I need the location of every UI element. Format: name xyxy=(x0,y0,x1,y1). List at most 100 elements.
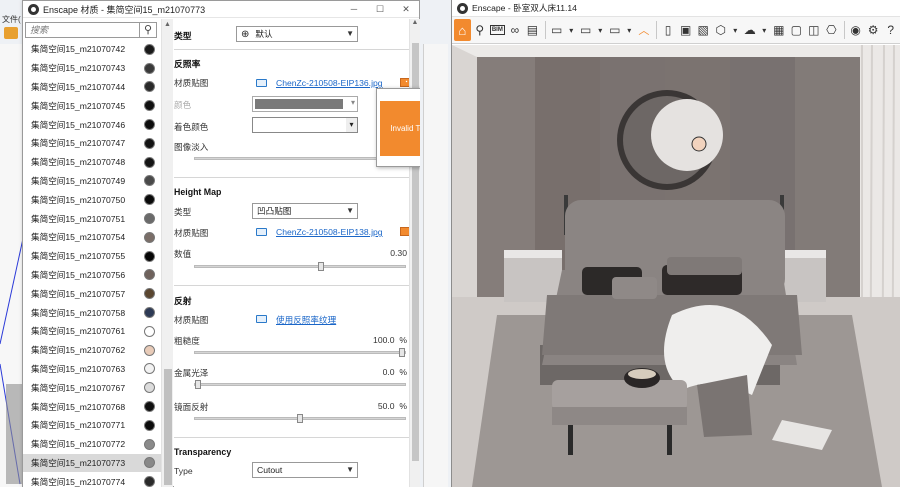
sketchup-menu-label[interactable]: 文件( xyxy=(2,14,21,25)
transparency-type-dropdown[interactable]: Cutout ▼ xyxy=(252,462,358,478)
material-swatch xyxy=(144,401,155,413)
metallic-value: 0.0 xyxy=(382,367,395,377)
material-list-item[interactable]: 集简空间15_m21070756 xyxy=(23,266,161,285)
material-list-item[interactable]: 集简空间15_m21070749 xyxy=(23,172,161,191)
material-list-item[interactable]: 集简空间15_m21070743 xyxy=(23,59,161,78)
height-type-dropdown[interactable]: 凹凸贴图 ▼ xyxy=(252,203,358,219)
table-icon[interactable]: ▦ xyxy=(771,19,788,41)
cloud-icon[interactable]: ☁ xyxy=(741,19,758,41)
material-list-item[interactable]: 集简空间15_m21070763 xyxy=(23,360,161,379)
folder-icon[interactable] xyxy=(256,79,267,87)
specular-value: 50.0 xyxy=(377,401,395,411)
material-list-item[interactable]: 集简空间15_m21070758 xyxy=(23,303,161,322)
sketchup-viewport[interactable] xyxy=(0,44,24,487)
bim-icon[interactable]: BIM xyxy=(489,19,506,41)
material-swatch xyxy=(144,43,155,55)
close-icon[interactable]: ✕ xyxy=(393,4,419,15)
maximize-icon[interactable]: ☐ xyxy=(367,4,393,15)
specular-slider-knob[interactable] xyxy=(297,414,303,423)
material-list-item[interactable]: 集简空间15_m21070772 xyxy=(23,435,161,454)
cube-icon[interactable]: ⬡ xyxy=(712,19,729,41)
chevron-down-icon[interactable]: ▾ xyxy=(759,19,770,41)
type-dropdown[interactable]: ⊕ 默认 ▼ xyxy=(236,26,358,42)
enscape-titlebar[interactable]: Enscape - 卧室双人床11.14 xyxy=(452,0,900,17)
scroll-up-icon[interactable]: ▲ xyxy=(162,19,173,31)
roughness-slider[interactable] xyxy=(194,348,406,357)
box-icon[interactable]: ◫ xyxy=(806,19,823,41)
fade-slider[interactable] xyxy=(194,154,406,163)
sketchup-background-gap xyxy=(420,0,451,487)
reflection-texture-label: 材质贴图 xyxy=(174,315,209,325)
material-list-item[interactable]: 集简空间15_m21070747 xyxy=(23,134,161,153)
chevron-down-icon[interactable]: ▾ xyxy=(595,19,606,41)
panorama-export-icon[interactable]: ▭ xyxy=(577,19,594,41)
help-icon[interactable]: ? xyxy=(882,19,899,41)
material-swatch xyxy=(144,457,155,469)
folder-icon[interactable] xyxy=(256,315,267,323)
book-icon[interactable]: ▯ xyxy=(660,19,677,41)
minimize-icon[interactable]: ─ xyxy=(341,4,367,14)
color-picker[interactable]: ▾ xyxy=(252,96,358,112)
material-name: 集简空间15_m21070743 xyxy=(31,63,126,74)
amount-slider[interactable] xyxy=(194,262,406,271)
scroll-thumb[interactable] xyxy=(164,369,172,485)
specular-slider[interactable] xyxy=(194,414,406,423)
material-icon[interactable]: ▧ xyxy=(695,19,712,41)
video-export-icon[interactable]: ▭ xyxy=(607,19,624,41)
material-list-item[interactable]: 集简空间15_m21070767 xyxy=(23,378,161,397)
chevron-down-icon[interactable]: ▾ xyxy=(730,19,741,41)
material-list-item[interactable]: 集简空间15_m21070744 xyxy=(23,78,161,97)
material-list-scrollbar[interactable]: ▲ xyxy=(161,19,173,487)
settings-icon[interactable]: ⚙ xyxy=(865,19,882,41)
material-list-item[interactable]: 集简空间15_m21070754 xyxy=(23,228,161,247)
material-list-item[interactable]: 集简空间15_m21070761 xyxy=(23,322,161,341)
material-list-item[interactable]: 集简空间15_m21070750 xyxy=(23,190,161,209)
material-name: 集简空间15_m21070742 xyxy=(31,44,126,55)
window-title: Enscape 材质 - 集简空间15_m21070773 xyxy=(43,4,206,15)
metallic-slider[interactable] xyxy=(194,380,406,389)
material-list-item[interactable]: 集简空间15_m21070768 xyxy=(23,397,161,416)
location-icon[interactable]: ⚲ xyxy=(472,19,489,41)
material-list-item[interactable]: 集简空间15_m21070762 xyxy=(23,341,161,360)
search-icon[interactable]: ⚲ xyxy=(140,21,157,38)
material-list-item[interactable]: 集简空间15_m21070755 xyxy=(23,247,161,266)
search-input[interactable]: 搜索 xyxy=(25,21,140,38)
material-name: 集简空间15_m21070749 xyxy=(31,175,126,186)
asset-library-icon[interactable]: ▣ xyxy=(677,19,694,41)
roughness-slider-knob[interactable] xyxy=(399,348,405,357)
home-icon[interactable]: ⌂ xyxy=(454,19,471,41)
material-name: 集简空间15_m21070755 xyxy=(31,251,126,262)
eye-icon[interactable]: ◉ xyxy=(847,19,864,41)
material-list-item[interactable]: 集简空间15_m21070773 xyxy=(23,453,161,473)
height-texture-file[interactable]: ChenZc-210508-EIP138.jpg xyxy=(276,227,383,237)
albedo-texture-file[interactable]: ChenZc-210508-EIP136.jpg xyxy=(276,78,383,88)
material-swatch xyxy=(144,307,155,319)
scroll-up-icon[interactable]: ▲ xyxy=(410,19,420,26)
sketchup-logo-icon xyxy=(4,27,18,39)
material-list-item[interactable]: 集简空间15_m21070748 xyxy=(23,153,161,172)
clapper-icon[interactable]: ▤ xyxy=(524,19,541,41)
folder-icon[interactable] xyxy=(256,228,267,236)
chevron-up-icon[interactable]: ︿ xyxy=(636,19,653,41)
material-editor-titlebar[interactable]: Enscape 材质 - 集简空间15_m21070773 ─ ☐ ✕ xyxy=(23,1,419,18)
material-list-item[interactable]: 集简空间15_m21070774 xyxy=(23,472,161,487)
chevron-down-icon[interactable]: ▾ xyxy=(566,19,577,41)
material-list-item[interactable]: 集简空间15_m21070757 xyxy=(23,284,161,303)
image-export-icon[interactable]: ▭ xyxy=(548,19,565,41)
amount-slider-knob[interactable] xyxy=(318,262,324,271)
material-list-item[interactable]: 集简空间15_m21070771 xyxy=(23,416,161,435)
material-list-item[interactable]: 集简空间15_m21070751 xyxy=(23,209,161,228)
use-albedo-texture-link[interactable]: 使用反照率纹理 xyxy=(276,314,336,326)
render-viewport[interactable] xyxy=(452,45,900,487)
vr-headset-icon[interactable]: ⎔ xyxy=(823,19,840,41)
material-list-item[interactable]: 集简空间15_m21070742 xyxy=(23,40,161,59)
metallic-slider-knob[interactable] xyxy=(195,380,201,389)
tint-color-picker[interactable]: ▾ xyxy=(252,117,358,133)
chevron-down-icon[interactable]: ▾ xyxy=(624,19,635,41)
sketchup-tray xyxy=(423,44,448,487)
material-list-item[interactable]: 集简空间15_m21070746 xyxy=(23,115,161,134)
binoculars-icon[interactable]: ∞ xyxy=(507,19,524,41)
material-list-item[interactable]: 集简空间15_m21070745 xyxy=(23,96,161,115)
material-name: 集简空间15_m21070762 xyxy=(31,345,126,356)
window-icon[interactable]: ▢ xyxy=(788,19,805,41)
